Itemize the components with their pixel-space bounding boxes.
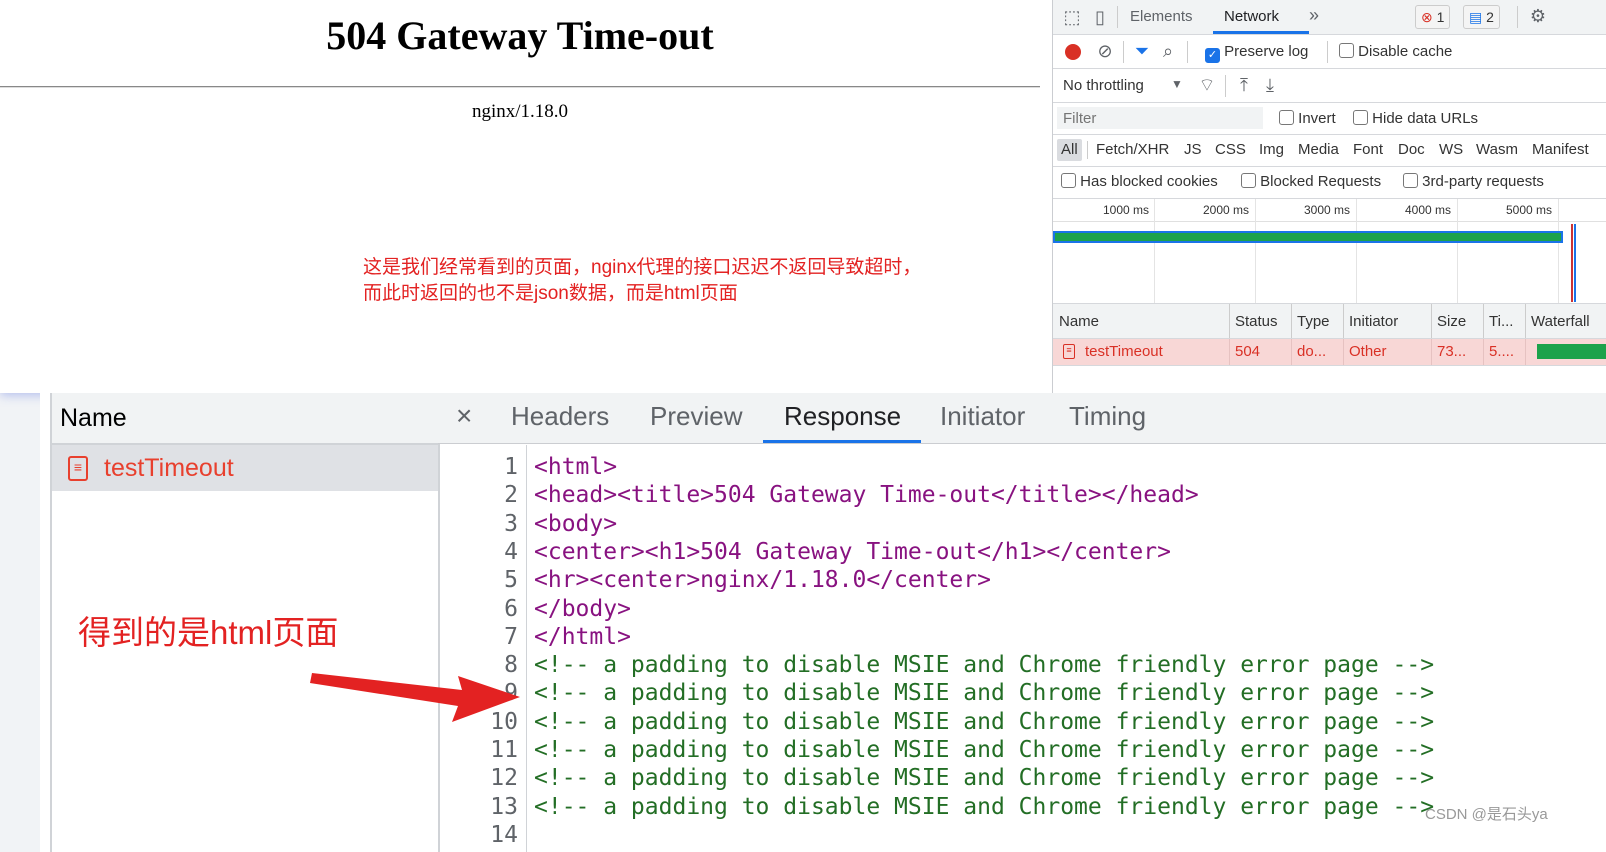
annotation-arrow <box>310 673 520 722</box>
watermark: CSDN @是石头ya <box>1425 806 1548 823</box>
